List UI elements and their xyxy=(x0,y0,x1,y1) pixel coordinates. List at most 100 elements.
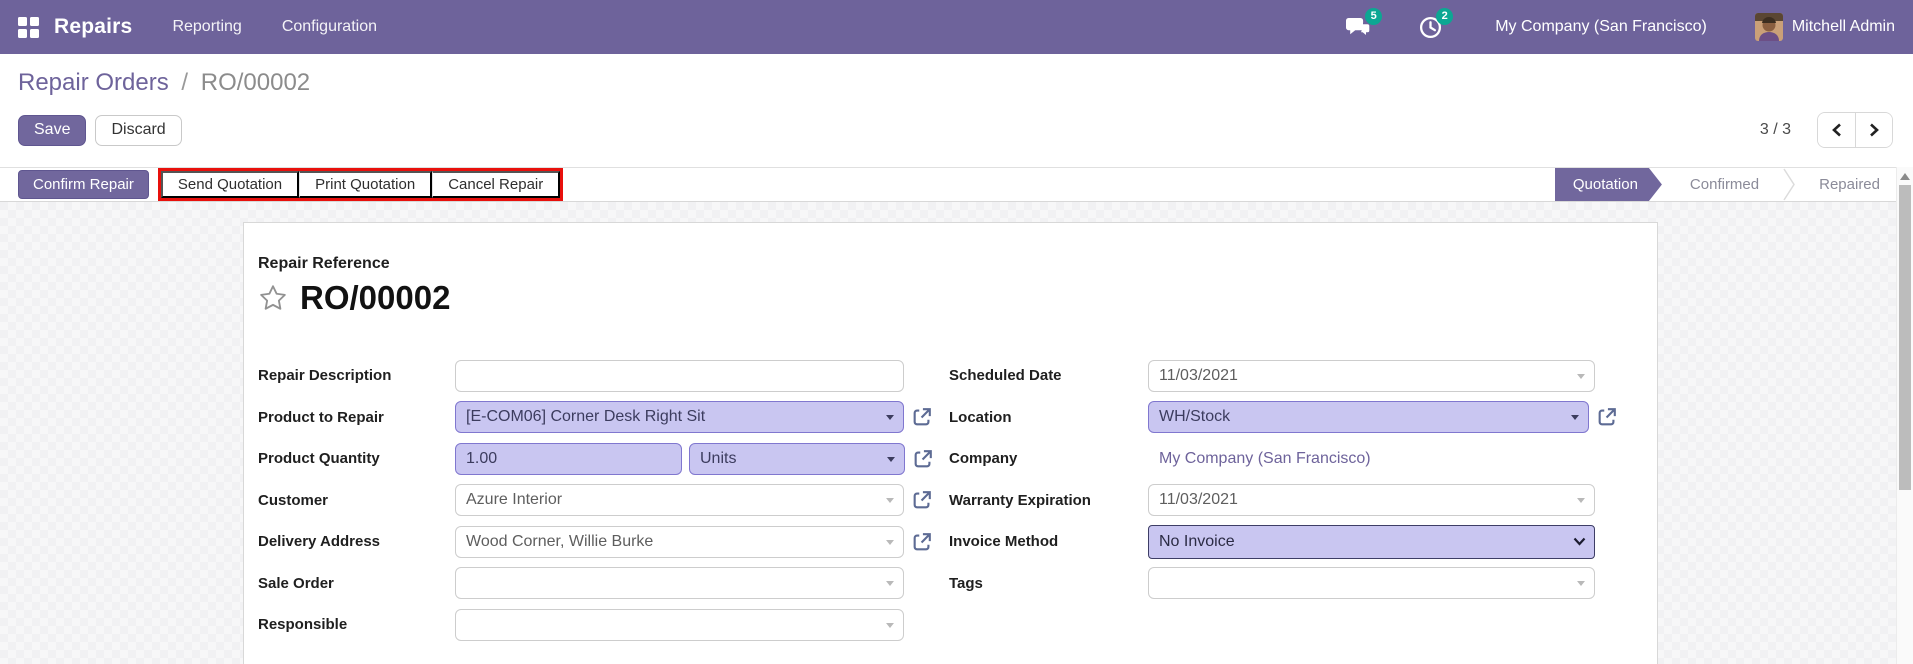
messages-button[interactable]: 5 xyxy=(1345,15,1372,39)
product-to-repair-field[interactable] xyxy=(455,401,904,433)
fields-grid: Repair Description Scheduled Date Produc… xyxy=(258,355,1643,646)
content-area: Repair Reference RO/00002 Repair Descrip… xyxy=(0,202,1913,664)
control-panel: Repair Orders / RO/00002 Save Discard 3 … xyxy=(0,54,1913,167)
breadcrumb-parent[interactable]: Repair Orders xyxy=(18,69,169,96)
delivery-address-external-link-icon[interactable] xyxy=(911,531,933,553)
label-location: Location xyxy=(949,409,1148,426)
product-quantity-field[interactable] xyxy=(455,443,682,475)
product-to-repair-input[interactable] xyxy=(456,402,903,432)
caret-down-icon[interactable] xyxy=(886,581,894,586)
stage-confirmed[interactable]: Confirmed xyxy=(1690,176,1759,193)
caret-down-icon[interactable] xyxy=(1577,374,1585,379)
location-field[interactable] xyxy=(1148,401,1589,433)
caret-down-icon[interactable] xyxy=(1577,498,1585,503)
breadcrumb-current: RO/00002 xyxy=(201,69,310,96)
repair-description-input[interactable] xyxy=(456,361,903,391)
navbar-left: Repairs Reporting Configuration xyxy=(18,15,377,39)
confirm-repair-button[interactable]: Confirm Repair xyxy=(18,170,149,199)
control-panel-buttons: Save Discard 3 / 3 xyxy=(18,112,1893,148)
label-tags: Tags xyxy=(949,575,1148,592)
caret-down-icon[interactable] xyxy=(887,457,895,462)
company-value-link[interactable]: My Company (San Francisco) xyxy=(1148,450,1371,468)
caret-down-icon[interactable] xyxy=(886,540,894,545)
stage-repaired[interactable]: Repaired xyxy=(1819,176,1880,193)
label-repair-description: Repair Description xyxy=(258,367,455,384)
menu-configuration[interactable]: Configuration xyxy=(282,18,377,36)
uom-external-link-icon[interactable] xyxy=(912,448,934,470)
avatar xyxy=(1755,13,1783,41)
messages-badge: 5 xyxy=(1365,8,1382,25)
repair-description-field[interactable] xyxy=(455,360,904,392)
scheduled-date-input[interactable] xyxy=(1149,361,1594,391)
chevron-right-icon xyxy=(1868,123,1880,137)
breadcrumb-separator: / xyxy=(181,69,188,96)
product-quantity-input[interactable] xyxy=(456,444,681,474)
responsible-field[interactable] xyxy=(455,609,904,641)
statusbar-actions: Confirm Repair Send Quotation Print Quot… xyxy=(18,168,563,201)
caret-down-icon[interactable] xyxy=(1577,581,1585,586)
invoice-method-value: No Invoice xyxy=(1159,533,1235,551)
sale-order-input[interactable] xyxy=(456,568,903,598)
favorite-star-icon[interactable] xyxy=(258,283,288,313)
scrollbar-thumb[interactable] xyxy=(1899,185,1911,490)
customer-input[interactable] xyxy=(456,485,903,515)
label-scheduled-date: Scheduled Date xyxy=(949,367,1148,384)
user-menu[interactable]: Mitchell Admin xyxy=(1755,13,1895,41)
unit-of-measure-input[interactable] xyxy=(690,444,904,474)
sale-order-field[interactable] xyxy=(455,567,904,599)
company-switcher[interactable]: My Company (San Francisco) xyxy=(1495,18,1707,36)
responsible-input[interactable] xyxy=(456,610,903,640)
top-navbar: Repairs Reporting Configuration 5 2 My C… xyxy=(0,0,1913,54)
statusbar: Confirm Repair Send Quotation Print Quot… xyxy=(0,167,1896,202)
menu-reporting[interactable]: Reporting xyxy=(172,18,241,36)
caret-down-icon[interactable] xyxy=(886,415,894,420)
pager-previous-button[interactable] xyxy=(1818,113,1855,147)
product-external-link-icon[interactable] xyxy=(911,406,933,428)
label-company: Company xyxy=(949,450,1148,467)
apps-menu-icon[interactable] xyxy=(18,17,39,38)
activities-badge: 2 xyxy=(1436,8,1453,25)
activities-button[interactable]: 2 xyxy=(1418,15,1443,40)
tags-field[interactable] xyxy=(1148,567,1595,599)
caret-down-icon[interactable] xyxy=(1571,415,1579,420)
pager-next-button[interactable] xyxy=(1855,113,1892,147)
print-quotation-button[interactable]: Print Quotation xyxy=(299,171,432,198)
location-external-link-icon[interactable] xyxy=(1596,406,1618,428)
scheduled-date-field[interactable] xyxy=(1148,360,1595,392)
caret-down-icon[interactable] xyxy=(886,498,894,503)
chevron-left-icon xyxy=(1831,123,1843,137)
cancel-repair-button[interactable]: Cancel Repair xyxy=(432,171,560,198)
warranty-expiration-field[interactable] xyxy=(1148,484,1595,516)
customer-field[interactable] xyxy=(455,484,904,516)
label-delivery-address: Delivery Address xyxy=(258,533,455,550)
pager-buttons xyxy=(1817,112,1893,148)
customer-external-link-icon[interactable] xyxy=(911,489,933,511)
status-pipeline: Quotation Confirmed Repaired xyxy=(1555,168,1880,201)
highlighted-button-group: Send Quotation Print Quotation Cancel Re… xyxy=(158,168,563,201)
delivery-address-field[interactable] xyxy=(455,526,904,558)
location-input[interactable] xyxy=(1149,402,1588,432)
send-quotation-button[interactable]: Send Quotation xyxy=(161,171,299,198)
stage-quotation[interactable]: Quotation xyxy=(1555,168,1662,201)
breadcrumb: Repair Orders / RO/00002 xyxy=(18,68,1893,98)
label-invoice-method: Invoice Method xyxy=(949,533,1148,550)
save-button[interactable]: Save xyxy=(18,115,86,146)
warranty-expiration-input[interactable] xyxy=(1149,485,1594,515)
vertical-scrollbar[interactable] xyxy=(1896,167,1913,664)
discard-button[interactable]: Discard xyxy=(95,115,181,146)
caret-down-icon[interactable] xyxy=(886,623,894,628)
unit-of-measure-field[interactable] xyxy=(689,443,905,475)
scroll-up-icon[interactable] xyxy=(1900,173,1910,180)
page-title: RO/00002 xyxy=(300,279,450,317)
label-product-quantity: Product Quantity xyxy=(258,450,455,467)
label-customer: Customer xyxy=(258,492,455,509)
label-sale-order: Sale Order xyxy=(258,575,455,592)
label-product-to-repair: Product to Repair xyxy=(258,409,455,426)
tags-input[interactable] xyxy=(1149,568,1594,598)
form-sheet: Repair Reference RO/00002 Repair Descrip… xyxy=(243,222,1658,664)
app-name[interactable]: Repairs xyxy=(54,15,132,39)
label-responsible: Responsible xyxy=(258,616,455,633)
delivery-address-input[interactable] xyxy=(456,527,903,557)
invoice-method-select[interactable]: No Invoice xyxy=(1148,525,1595,559)
stage-separator-icon xyxy=(1783,168,1795,201)
